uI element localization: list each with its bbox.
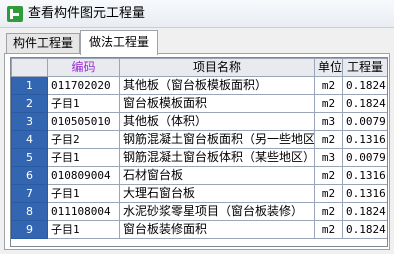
- quantity-table: 编码 项目名称 单位 工程量 1 011702020 其他板（窗台板模板面积） …: [11, 58, 387, 239]
- item-name-cell[interactable]: 钢筋混凝土窗台板体积（某些地区）: [119, 148, 315, 167]
- row-number[interactable]: 7: [11, 184, 48, 203]
- title-bar: 查看构件图元工程量: [0, 0, 394, 28]
- header-row: 编码 项目名称 单位 工程量: [11, 58, 387, 77]
- table-row[interactable]: 4 子目2 钢筋混凝土窗台板面积（另一些地区） m2 0.1316: [11, 130, 387, 149]
- table-row[interactable]: 1 011702020 其他板（窗台板模板面积） m2 0.1824: [11, 76, 387, 95]
- quantity-cell[interactable]: 0.1316: [342, 184, 387, 203]
- corner-header: [11, 58, 48, 77]
- row-number[interactable]: 4: [11, 130, 48, 149]
- unit-cell[interactable]: m2: [314, 166, 343, 185]
- table-row[interactable]: 3 010505010 其他板（体积） m3 0.0079: [11, 112, 387, 131]
- row-number[interactable]: 5: [11, 148, 48, 167]
- row-number[interactable]: 8: [11, 202, 48, 221]
- unit-cell[interactable]: m3: [314, 148, 343, 167]
- item-name-cell[interactable]: 其他板（体积）: [119, 112, 315, 131]
- item-name-cell[interactable]: 钢筋混凝土窗台板面积（另一些地区）: [119, 130, 315, 149]
- item-name-cell[interactable]: 其他板（窗台板模板面积）: [119, 76, 315, 95]
- code-cell[interactable]: 010505010: [47, 112, 120, 131]
- window-title: 查看构件图元工程量: [28, 6, 146, 21]
- unit-cell[interactable]: m2: [314, 94, 343, 113]
- item-name-cell[interactable]: 大理石窗台板: [119, 184, 315, 203]
- quantity-cell[interactable]: 0.1316: [342, 130, 387, 149]
- quantity-cell[interactable]: 0.0079: [342, 148, 387, 167]
- column-header-quantity[interactable]: 工程量: [342, 58, 387, 77]
- app-grid-icon: [7, 6, 23, 22]
- code-cell[interactable]: 010809004: [47, 166, 120, 185]
- quantity-cell[interactable]: 0.1824: [342, 94, 387, 113]
- quantity-cell[interactable]: 0.0079: [342, 112, 387, 131]
- quantity-cell[interactable]: 0.1824: [342, 202, 387, 221]
- code-cell[interactable]: 子目1: [47, 184, 120, 203]
- table-row[interactable]: 5 子目1 钢筋混凝土窗台板体积（某些地区） m3 0.0079: [11, 148, 387, 167]
- table-row[interactable]: 7 子目1 大理石窗台板 m2 0.1316: [11, 184, 387, 203]
- unit-cell[interactable]: m2: [314, 76, 343, 95]
- row-number[interactable]: 6: [11, 166, 48, 185]
- item-name-cell[interactable]: 石材窗台板: [119, 166, 315, 185]
- tab-method-quantity[interactable]: 做法工程量: [80, 30, 158, 55]
- unit-cell[interactable]: m2: [314, 220, 343, 239]
- row-number[interactable]: 1: [11, 76, 48, 95]
- column-header-item-name[interactable]: 项目名称: [119, 58, 315, 77]
- code-cell[interactable]: 011702020: [47, 76, 120, 95]
- unit-cell[interactable]: m2: [314, 202, 343, 221]
- quantity-grid: 编码 项目名称 单位 工程量 1 011702020 其他板（窗台板模板面积） …: [10, 57, 388, 247]
- quantity-cell[interactable]: 0.1824: [342, 220, 387, 239]
- table-row[interactable]: 6 010809004 石材窗台板 m2 0.1316: [11, 166, 387, 185]
- code-cell[interactable]: 011108004: [47, 202, 120, 221]
- tab-component-quantity[interactable]: 构件工程量: [6, 33, 80, 54]
- code-cell[interactable]: 子目1: [47, 148, 120, 167]
- item-name-cell[interactable]: 水泥砂浆零星项目（窗台板装修）: [119, 202, 315, 221]
- code-cell[interactable]: 子目2: [47, 130, 120, 149]
- column-header-code[interactable]: 编码: [47, 58, 120, 77]
- row-number[interactable]: 2: [11, 94, 48, 113]
- quantity-viewer-window: 查看构件图元工程量 构件工程量 做法工程量 编码 项目名称 单位 工程量 1 0…: [0, 0, 394, 254]
- row-number[interactable]: 3: [11, 112, 48, 131]
- table-row[interactable]: 9 子目1 窗台板装修面积 m2 0.1824: [11, 220, 387, 239]
- tab-bar: 构件工程量 做法工程量: [4, 30, 390, 55]
- item-name-cell[interactable]: 窗台板模板面积: [119, 94, 315, 113]
- table-row[interactable]: 2 子目1 窗台板模板面积 m2 0.1824: [11, 94, 387, 113]
- code-cell[interactable]: 子目1: [47, 94, 120, 113]
- item-name-cell[interactable]: 窗台板装修面积: [119, 220, 315, 239]
- column-header-unit[interactable]: 单位: [314, 58, 343, 77]
- quantity-cell[interactable]: 0.1316: [342, 166, 387, 185]
- quantity-cell[interactable]: 0.1824: [342, 76, 387, 95]
- code-cell[interactable]: 子目1: [47, 220, 120, 239]
- unit-cell[interactable]: m2: [314, 130, 343, 149]
- unit-cell[interactable]: m2: [314, 184, 343, 203]
- unit-cell[interactable]: m3: [314, 112, 343, 131]
- table-row[interactable]: 8 011108004 水泥砂浆零星项目（窗台板装修） m2 0.1824: [11, 202, 387, 221]
- row-number[interactable]: 9: [11, 220, 48, 239]
